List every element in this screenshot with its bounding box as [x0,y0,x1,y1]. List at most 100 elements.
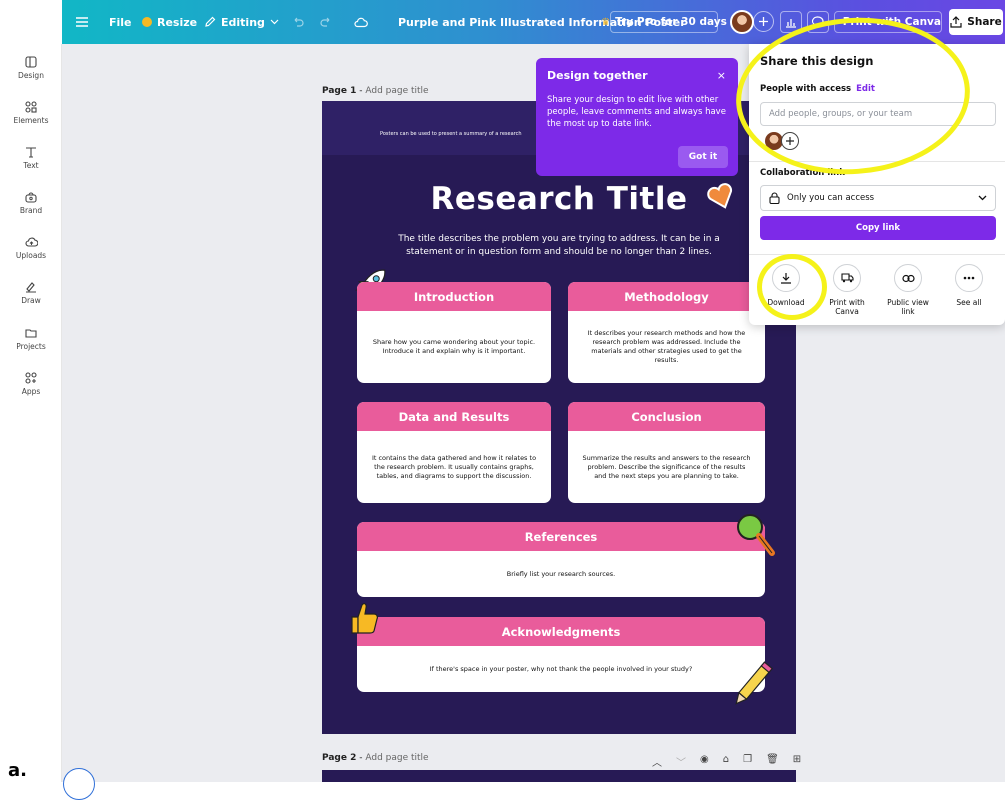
magnifier-sticker[interactable] [734,511,778,559]
chevron-up-icon[interactable]: ︿ [652,754,662,769]
resize-button[interactable]: Resize [142,0,197,44]
duplicate-icon[interactable]: ❐ [743,754,752,769]
card-introduction[interactable]: Introduction Share how you came wonderin… [357,282,551,383]
left-sidebar: Design Elements Text Brand Uploads Draw … [0,44,62,782]
share-label: Share [967,16,1001,28]
layout-icon [25,56,37,68]
sidebar-item-text[interactable]: Text [0,146,62,170]
public-view-link-option[interactable]: Public view link [880,264,936,316]
undo-icon[interactable] [292,0,304,44]
poster-description[interactable]: The title describes the problem you are … [382,233,736,259]
more-icon [955,264,983,292]
pencil-sticker[interactable] [728,659,774,713]
trash-icon[interactable]: 🗑 [766,754,779,769]
card-body[interactable]: Briefly list your research sources. [357,551,765,597]
share-button[interactable]: Share [949,9,1003,35]
card-title[interactable]: Acknowledgments [357,617,765,646]
page-1-label[interactable]: Page 1 - Add page title [322,86,429,96]
sidebar-item-uploads[interactable]: Uploads [0,236,62,260]
crown-icon [142,17,152,27]
option-label: Print with Canva [829,298,865,316]
brand-icon [25,191,37,203]
card-body[interactable]: It contains the data gathered and how it… [357,431,551,503]
link-icon [894,264,922,292]
access-dropdown[interactable]: Only you can access [760,185,996,211]
file-menu[interactable]: File [109,0,132,44]
card-methodology[interactable]: Methodology It describes your research m… [568,282,765,383]
got-it-button[interactable]: Got it [678,146,728,168]
heart-sticker[interactable] [706,181,736,211]
thumbs-up-sticker[interactable] [346,599,382,637]
access-value: Only you can access [787,193,874,203]
sidebar-item-label: Brand [20,206,42,215]
lock-icon[interactable]: ⌂ [723,754,729,769]
redo-icon[interactable] [320,0,332,44]
editing-dropdown[interactable]: Editing [204,0,279,44]
folder-icon [25,327,37,339]
cloud-upload-icon [25,236,38,248]
text-icon [25,146,37,158]
sidebar-item-elements[interactable]: Elements [0,101,62,125]
add-page-icon[interactable]: ⊞ [793,754,801,769]
avatar[interactable] [730,10,754,34]
copy-link-button[interactable]: Copy link [760,216,996,240]
try-pro-button[interactable]: ♛ Try Pro for 30 days [610,11,718,33]
pencil-icon [204,16,216,28]
see-all-option[interactable]: See all [941,264,997,307]
sidebar-item-apps[interactable]: Apps [0,372,62,396]
card-title[interactable]: References [357,522,765,551]
cloud-sync-icon[interactable] [354,0,368,44]
highlight-annotation [757,254,827,320]
truck-icon [833,264,861,292]
card-title[interactable]: Conclusion [568,402,765,431]
page-number: Page 1 [322,86,356,96]
page-title-placeholder: Add page title [365,753,428,763]
help-button[interactable] [63,768,95,800]
card-title[interactable]: Introduction [357,282,551,311]
card-body[interactable]: Summarize the results and answers to the… [568,431,765,503]
hide-icon[interactable]: ◉ [700,754,709,769]
page-toolbar: ︿ ﹀ ◉ ⌂ ❐ 🗑 ⊞ [652,754,801,769]
card-conclusion[interactable]: Conclusion Summarize the results and ans… [568,402,765,503]
sidebar-item-draw[interactable]: Draw [0,281,62,305]
print-with-canva-option[interactable]: Print with Canva [819,264,875,316]
sidebar-item-design[interactable]: Design [0,56,62,80]
card-acknowledgments[interactable]: Acknowledgments If there's space in your… [357,617,765,692]
tooltip-title: Design together [547,69,648,82]
card-body[interactable]: It describes your research methods and h… [568,311,765,383]
apps-icon [25,372,37,384]
sidebar-item-label: Draw [21,296,41,305]
chevron-down-icon [270,19,279,25]
card-body[interactable]: If there's space in your poster, why not… [357,646,765,692]
option-label: Public view link [887,298,929,316]
chevron-down-icon[interactable]: ﹀ [676,754,686,769]
shapes-icon [25,101,37,113]
card-references[interactable]: References Briefly list your research so… [357,522,765,597]
sidebar-item-label: Elements [14,116,49,125]
tooltip-body: Share your design to edit live with othe… [547,94,731,130]
draw-icon [25,281,37,293]
page-number: Page 2 [322,753,356,763]
chevron-down-icon [978,195,987,201]
close-icon[interactable]: × [717,69,726,82]
option-label: See all [956,298,981,307]
sidebar-item-label: Uploads [16,251,46,260]
page-2-label[interactable]: Page 2 - Add page title [322,753,429,763]
menu-icon[interactable] [76,0,88,44]
page-title-placeholder: Add page title [365,86,428,96]
add-collaborator-icon[interactable] [753,11,774,32]
card-data-and-results[interactable]: Data and Results It contains the data ga… [357,402,551,503]
sidebar-item-label: Text [23,161,38,170]
card-body[interactable]: Share how you came wondering about your … [357,311,551,383]
figure-label: a. [8,760,27,781]
sidebar-item-brand[interactable]: Brand [0,191,62,215]
editing-label: Editing [221,16,265,29]
poster-page[interactable]: Posters can be used to present a summary… [322,101,796,734]
resize-label: Resize [157,16,197,29]
card-title[interactable]: Data and Results [357,402,551,431]
poster-intro-text[interactable]: Posters can be used to present a summary… [380,131,522,137]
poster-page-2[interactable] [322,770,796,782]
sidebar-item-projects[interactable]: Projects [0,327,62,351]
card-title[interactable]: Methodology [568,282,765,311]
file-label: File [109,16,132,29]
